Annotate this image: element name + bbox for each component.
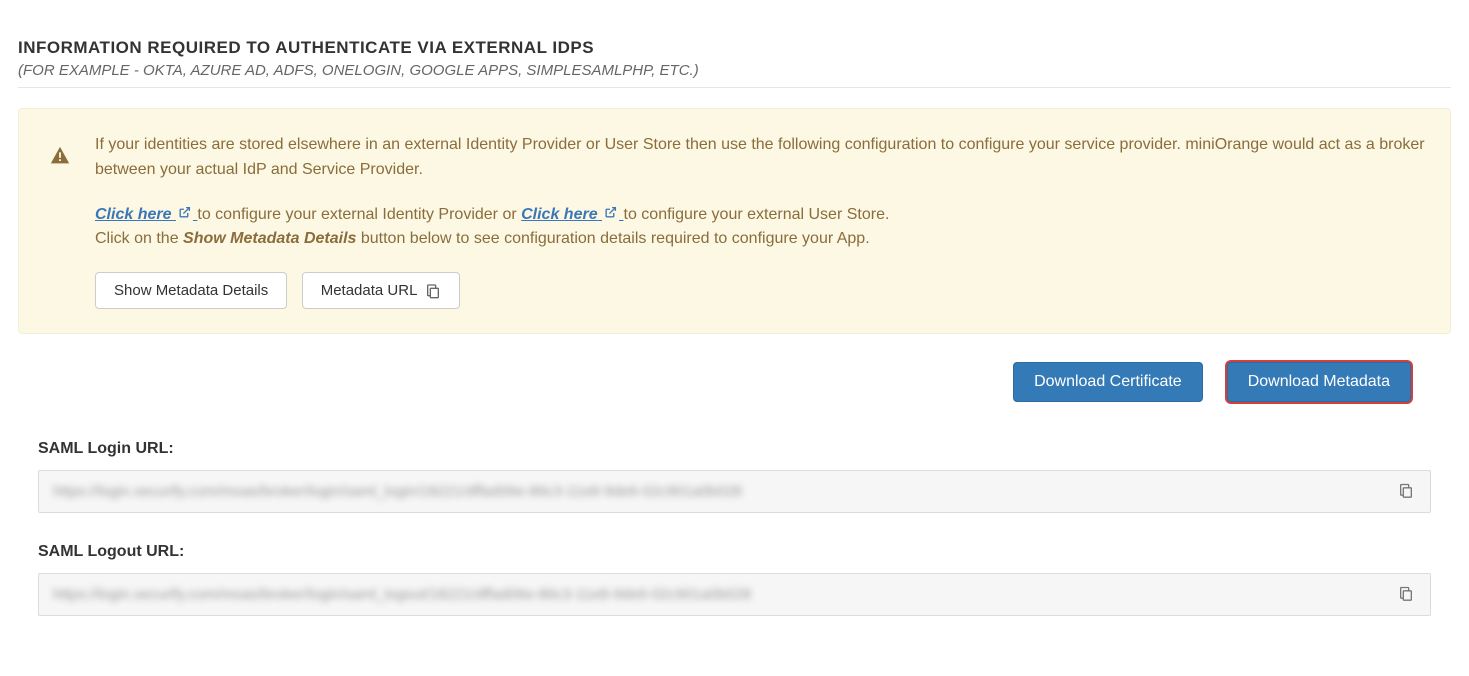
warning-icon: [49, 145, 71, 167]
show-metadata-details-button[interactable]: Show Metadata Details: [95, 272, 287, 309]
info-paragraph-2: Click here to configure your external Id…: [95, 203, 1426, 253]
metadata-url-button[interactable]: Metadata URL: [302, 272, 461, 309]
info-paragraph-1: If your identities are stored elsewhere …: [95, 133, 1426, 183]
external-link-icon: [604, 206, 617, 219]
saml-logout-url-field: https://login.xecurify.com/moas/broker/l…: [38, 573, 1431, 616]
configure-idp-link[interactable]: Click here: [95, 206, 197, 223]
page-subtitle: (FOR EXAMPLE - OKTA, AZURE AD, ADFS, ONE…: [18, 62, 1451, 79]
show-metadata-emphasis: Show Metadata Details: [183, 230, 356, 247]
download-metadata-button[interactable]: Download Metadata: [1227, 362, 1411, 402]
copy-logout-url-button[interactable]: [1394, 581, 1418, 608]
download-row: Download Certificate Download Metadata: [18, 362, 1451, 402]
saml-login-url-value: https://login.xecurify.com/moas/broker/l…: [53, 483, 742, 500]
copy-icon: [1398, 482, 1414, 498]
saml-login-url-label: SAML Login URL:: [38, 440, 1451, 458]
info-notice-box: If your identities are stored elsewhere …: [18, 108, 1451, 334]
divider: [18, 87, 1451, 88]
saml-login-url-field: https://login.xecurify.com/moas/broker/l…: [38, 470, 1431, 513]
download-certificate-button[interactable]: Download Certificate: [1013, 362, 1203, 402]
external-link-icon: [178, 206, 191, 219]
saml-logout-url-value: https://login.xecurify.com/moas/broker/l…: [53, 586, 751, 603]
copy-login-url-button[interactable]: [1394, 478, 1418, 505]
configure-userstore-link[interactable]: Click here: [521, 206, 623, 223]
copy-icon: [425, 283, 441, 299]
copy-icon: [1398, 585, 1414, 601]
page-title: INFORMATION REQUIRED TO AUTHENTICATE VIA…: [18, 38, 1451, 58]
saml-logout-url-label: SAML Logout URL:: [38, 543, 1451, 561]
